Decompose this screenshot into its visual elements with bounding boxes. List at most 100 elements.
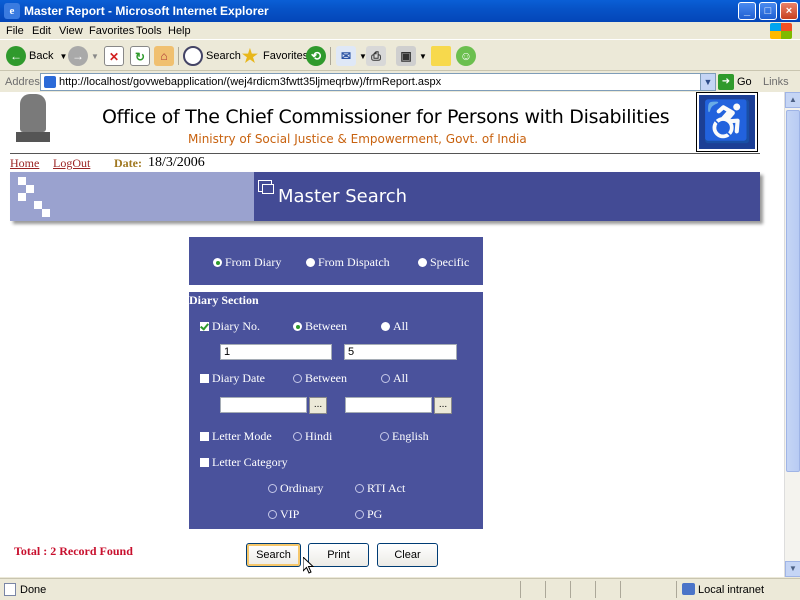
radio-icon xyxy=(306,258,315,267)
forward-button[interactable]: → ▼ xyxy=(68,45,99,67)
discuss-button[interactable] xyxy=(431,45,454,67)
ie-icon: e xyxy=(4,3,20,19)
diary-date-checkbox[interactable]: Diary Date xyxy=(200,371,265,386)
radio-icon xyxy=(380,432,389,441)
vertical-scrollbar[interactable]: ▲ ▼ xyxy=(784,92,800,577)
back-button[interactable]: ← Back ▼ xyxy=(6,45,67,67)
refresh-button[interactable]: ↻ xyxy=(130,45,153,67)
category-rti-act-radio[interactable]: RTI Act xyxy=(355,481,405,496)
star-icon: ★ xyxy=(241,46,259,66)
banner-decoration xyxy=(10,172,254,221)
home-link[interactable]: Home xyxy=(10,156,39,171)
radio-selected-icon xyxy=(213,258,222,267)
address-bar: Address http://localhost/govwebapplicati… xyxy=(0,72,800,92)
stop-button[interactable]: ✕ xyxy=(104,45,127,67)
diary-section-title: Diary Section xyxy=(189,293,259,307)
go-button[interactable]: ➜ Go xyxy=(718,73,752,91)
diary-date-between-radio[interactable]: Between xyxy=(293,371,347,386)
menu-help[interactable]: Help xyxy=(168,25,191,37)
mail-button[interactable]: ✉ ▼ xyxy=(336,45,367,67)
radio-selected-icon xyxy=(293,322,302,331)
diary-no-all-radio[interactable]: All xyxy=(381,319,408,334)
radio-icon xyxy=(381,322,390,331)
back-label: Back xyxy=(29,50,54,62)
checkbox-checked-icon xyxy=(200,322,209,331)
diary-no-checkbox[interactable]: Diary No. xyxy=(200,319,260,334)
radio-specific[interactable]: Specific xyxy=(418,255,469,270)
total-records-text: Total : 2 Record Found xyxy=(14,544,133,558)
title-bar: e Master Report - Microsoft Internet Exp… xyxy=(0,0,800,22)
date-label: Date: xyxy=(114,156,142,170)
favorites-button[interactable]: ★ Favorites xyxy=(240,45,308,67)
category-pg-radio[interactable]: PG xyxy=(355,507,382,522)
category-ordinary-radio[interactable]: Ordinary xyxy=(268,481,323,496)
date-to-picker-button[interactable]: ... xyxy=(434,397,452,414)
status-bar: Done Local intranet xyxy=(0,578,800,600)
national-emblem-icon xyxy=(16,94,50,146)
radio-icon xyxy=(268,484,277,493)
letter-mode-english-radio[interactable]: English xyxy=(380,429,429,444)
diary-date-from-input[interactable] xyxy=(220,397,307,413)
go-label: Go xyxy=(737,76,752,88)
menu-tools[interactable]: Tools xyxy=(136,25,162,37)
source-panel: From Diary From Dispatch Specific xyxy=(189,237,483,285)
address-input[interactable]: http://localhost/govwebapplication/(wej4… xyxy=(40,73,716,91)
category-vip-radio[interactable]: VIP xyxy=(268,507,299,522)
diary-no-to-input[interactable]: 5 xyxy=(344,344,457,360)
menu-view[interactable]: View xyxy=(59,25,83,37)
radio-from-dispatch[interactable]: From Dispatch xyxy=(306,255,390,270)
back-dropdown-icon[interactable]: ▼ xyxy=(59,52,67,61)
toolbar: ← Back ▼ → ▼ ✕ ↻ ⌂ Search ★ Favorites ⟲ xyxy=(0,41,800,71)
maximize-button[interactable]: □ xyxy=(759,2,777,20)
letter-mode-hindi-radio[interactable]: Hindi xyxy=(293,429,332,444)
stop-icon: ✕ xyxy=(104,46,124,66)
diary-date-all-radio[interactable]: All xyxy=(381,371,408,386)
date-from-picker-button[interactable]: ... xyxy=(309,397,327,414)
diary-no-from-input[interactable]: 1 xyxy=(220,344,332,360)
banner-title: Master Search xyxy=(278,186,408,207)
checkbox-icon xyxy=(200,432,209,441)
forward-dropdown-icon[interactable]: ▼ xyxy=(91,52,99,61)
master-search-banner: Master Search xyxy=(10,172,760,221)
address-dropdown-icon[interactable]: ▼ xyxy=(700,74,715,90)
intranet-zone-icon xyxy=(682,583,695,595)
scroll-thumb[interactable] xyxy=(786,110,800,472)
print-toolbar-button[interactable]: ⎙ xyxy=(366,45,389,67)
edit-dropdown-icon[interactable]: ▼ xyxy=(419,52,427,61)
nav-line: Home LogOut Date: 18/3/2006 xyxy=(10,154,760,172)
diary-date-to-input[interactable] xyxy=(345,397,432,413)
history-icon: ⟲ xyxy=(306,46,326,66)
diary-no-between-radio[interactable]: Between xyxy=(293,319,347,334)
radio-from-diary[interactable]: From Diary xyxy=(213,255,281,270)
note-icon xyxy=(431,46,451,66)
search-submit-button[interactable]: Search xyxy=(246,543,301,567)
menu-favorites[interactable]: Favorites xyxy=(89,25,134,37)
page-icon xyxy=(44,76,56,88)
links-button[interactable]: Links xyxy=(763,76,789,88)
scroll-down-icon[interactable]: ▼ xyxy=(785,561,800,577)
history-button[interactable]: ⟲ xyxy=(306,45,329,67)
menu-edit[interactable]: Edit xyxy=(32,25,51,37)
radio-icon xyxy=(293,432,302,441)
scroll-up-icon[interactable]: ▲ xyxy=(785,92,800,108)
edit-button[interactable]: ▣ ▼ xyxy=(396,45,427,67)
close-button[interactable]: × xyxy=(780,2,798,20)
radio-icon xyxy=(268,510,277,519)
radio-icon xyxy=(355,484,364,493)
search-label: Search xyxy=(206,50,241,62)
search-button[interactable]: Search xyxy=(183,45,241,67)
messenger-button[interactable]: ☺ xyxy=(456,45,479,67)
menu-file[interactable]: File xyxy=(6,25,24,37)
letter-mode-checkbox[interactable]: Letter Mode xyxy=(200,429,272,444)
mail-icon: ✉ xyxy=(336,46,356,66)
logout-link[interactable]: LogOut xyxy=(53,156,90,171)
clear-button[interactable]: Clear xyxy=(377,543,438,567)
windows-logo-icon xyxy=(770,23,792,39)
minimize-button[interactable]: _ xyxy=(738,2,756,20)
print-button[interactable]: Print xyxy=(308,543,369,567)
page-header: Office of The Chief Commissioner for Per… xyxy=(10,92,760,154)
security-zone-text: Local intranet xyxy=(698,584,765,596)
letter-category-checkbox[interactable]: Letter Category xyxy=(200,455,288,470)
home-button[interactable]: ⌂ xyxy=(154,45,177,67)
go-arrow-icon: ➜ xyxy=(718,74,734,90)
